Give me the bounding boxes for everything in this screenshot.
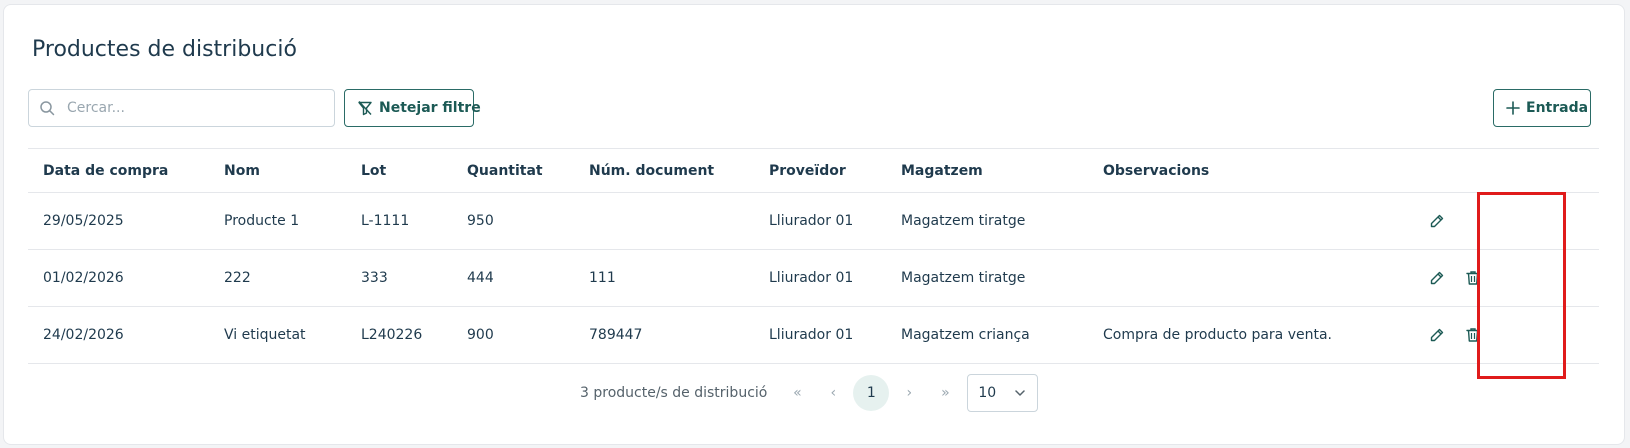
search-box[interactable] — [28, 89, 335, 127]
cell-notes: Compra de producto para venta. — [1103, 327, 1333, 343]
cell-warehouse: Magatzem criança — [901, 327, 1030, 343]
cell-document-number: 111 — [589, 270, 616, 286]
table-row: 01/02/2026 222 333 444 111 Lliurador 01 … — [28, 250, 1599, 307]
cell-quantity: 900 — [467, 327, 494, 343]
cell-supplier: Lliurador 01 — [769, 213, 854, 229]
page-size-select[interactable]: 10 — [967, 374, 1039, 412]
column-header-actions — [1409, 149, 1599, 193]
cell-supplier: Lliurador 01 — [769, 270, 854, 286]
column-header-quantity[interactable]: Quantitat — [452, 149, 574, 193]
delete-row-button[interactable] — [1462, 324, 1484, 346]
chevron-down-icon — [1015, 390, 1026, 396]
column-header-purchase-date[interactable]: Data de compra — [28, 149, 209, 193]
cell-notes — [1088, 250, 1409, 307]
table-row: 24/02/2026 Vi etiquetat L240226 900 7894… — [28, 307, 1599, 364]
previous-page-button[interactable]: ‹ — [815, 375, 851, 411]
plus-icon — [1506, 101, 1520, 115]
last-page-button[interactable]: » — [927, 375, 963, 411]
cell-supplier: Lliurador 01 — [769, 327, 854, 343]
edit-row-button[interactable] — [1426, 267, 1448, 289]
table-row: 29/05/2025 Producte 1 L-1111 950 Lliurad… — [28, 193, 1599, 250]
column-header-notes[interactable]: Observacions — [1088, 149, 1409, 193]
column-header-document-number[interactable]: Núm. document — [574, 149, 754, 193]
search-icon — [40, 101, 55, 116]
cell-actions — [1409, 307, 1599, 364]
trash-icon — [1466, 271, 1480, 285]
trash-icon — [1466, 328, 1480, 342]
add-entry-label: Entrada — [1526, 100, 1589, 116]
cell-actions — [1409, 193, 1599, 250]
first-page-button[interactable]: « — [779, 375, 815, 411]
cell-warehouse: Magatzem tiratge — [901, 213, 1026, 229]
page-1-button[interactable]: 1 — [853, 375, 890, 411]
pencil-icon — [1430, 214, 1444, 228]
cell-lot: 333 — [361, 270, 388, 286]
pagination: 3 producte/s de distribució « ‹ 1 › » 10 — [580, 374, 1039, 412]
clear-filter-label: Netejar filtre — [379, 100, 481, 116]
cell-lot: L-1111 — [361, 213, 410, 229]
table-header-row: Data de compra Nom Lot Quantitat Núm. do… — [28, 148, 1599, 193]
column-header-lot[interactable]: Lot — [346, 149, 452, 193]
cell-lot: L240226 — [361, 327, 423, 343]
cell-quantity: 444 — [467, 270, 494, 286]
column-header-supplier[interactable]: Proveïdor — [754, 149, 886, 193]
cell-name: Vi etiquetat — [224, 327, 306, 343]
cell-purchase-date: 24/02/2026 — [43, 327, 124, 343]
pencil-icon — [1430, 328, 1444, 342]
next-page-button[interactable]: › — [891, 375, 927, 411]
cell-purchase-date: 29/05/2025 — [43, 213, 124, 229]
cell-document-number: 789447 — [589, 327, 643, 343]
page-size-value: 10 — [978, 385, 997, 401]
clear-filter-button[interactable]: Netejar filtre — [344, 89, 481, 127]
cell-actions — [1409, 250, 1599, 307]
cell-notes — [1088, 193, 1409, 250]
products-table: Data de compra Nom Lot Quantitat Núm. do… — [28, 148, 1599, 364]
cell-name: 222 — [224, 270, 251, 286]
cell-name: Producte 1 — [224, 213, 300, 229]
cell-quantity: 950 — [467, 213, 494, 229]
column-header-name[interactable]: Nom — [209, 149, 346, 193]
results-count: 3 producte/s de distribució — [580, 385, 768, 401]
column-header-warehouse[interactable]: Magatzem — [886, 149, 1088, 193]
add-entry-button[interactable]: Entrada — [1493, 89, 1591, 127]
edit-row-button[interactable] — [1426, 324, 1448, 346]
filter-off-icon — [358, 101, 372, 116]
cell-document-number — [574, 193, 754, 250]
cell-purchase-date: 01/02/2026 — [43, 270, 124, 286]
edit-row-button[interactable] — [1426, 210, 1448, 232]
cell-warehouse: Magatzem tiratge — [901, 270, 1026, 286]
pencil-icon — [1430, 271, 1444, 285]
delete-row-button[interactable] — [1462, 267, 1484, 289]
search-input[interactable] — [65, 92, 325, 124]
page-title: Productes de distribució — [32, 37, 297, 62]
